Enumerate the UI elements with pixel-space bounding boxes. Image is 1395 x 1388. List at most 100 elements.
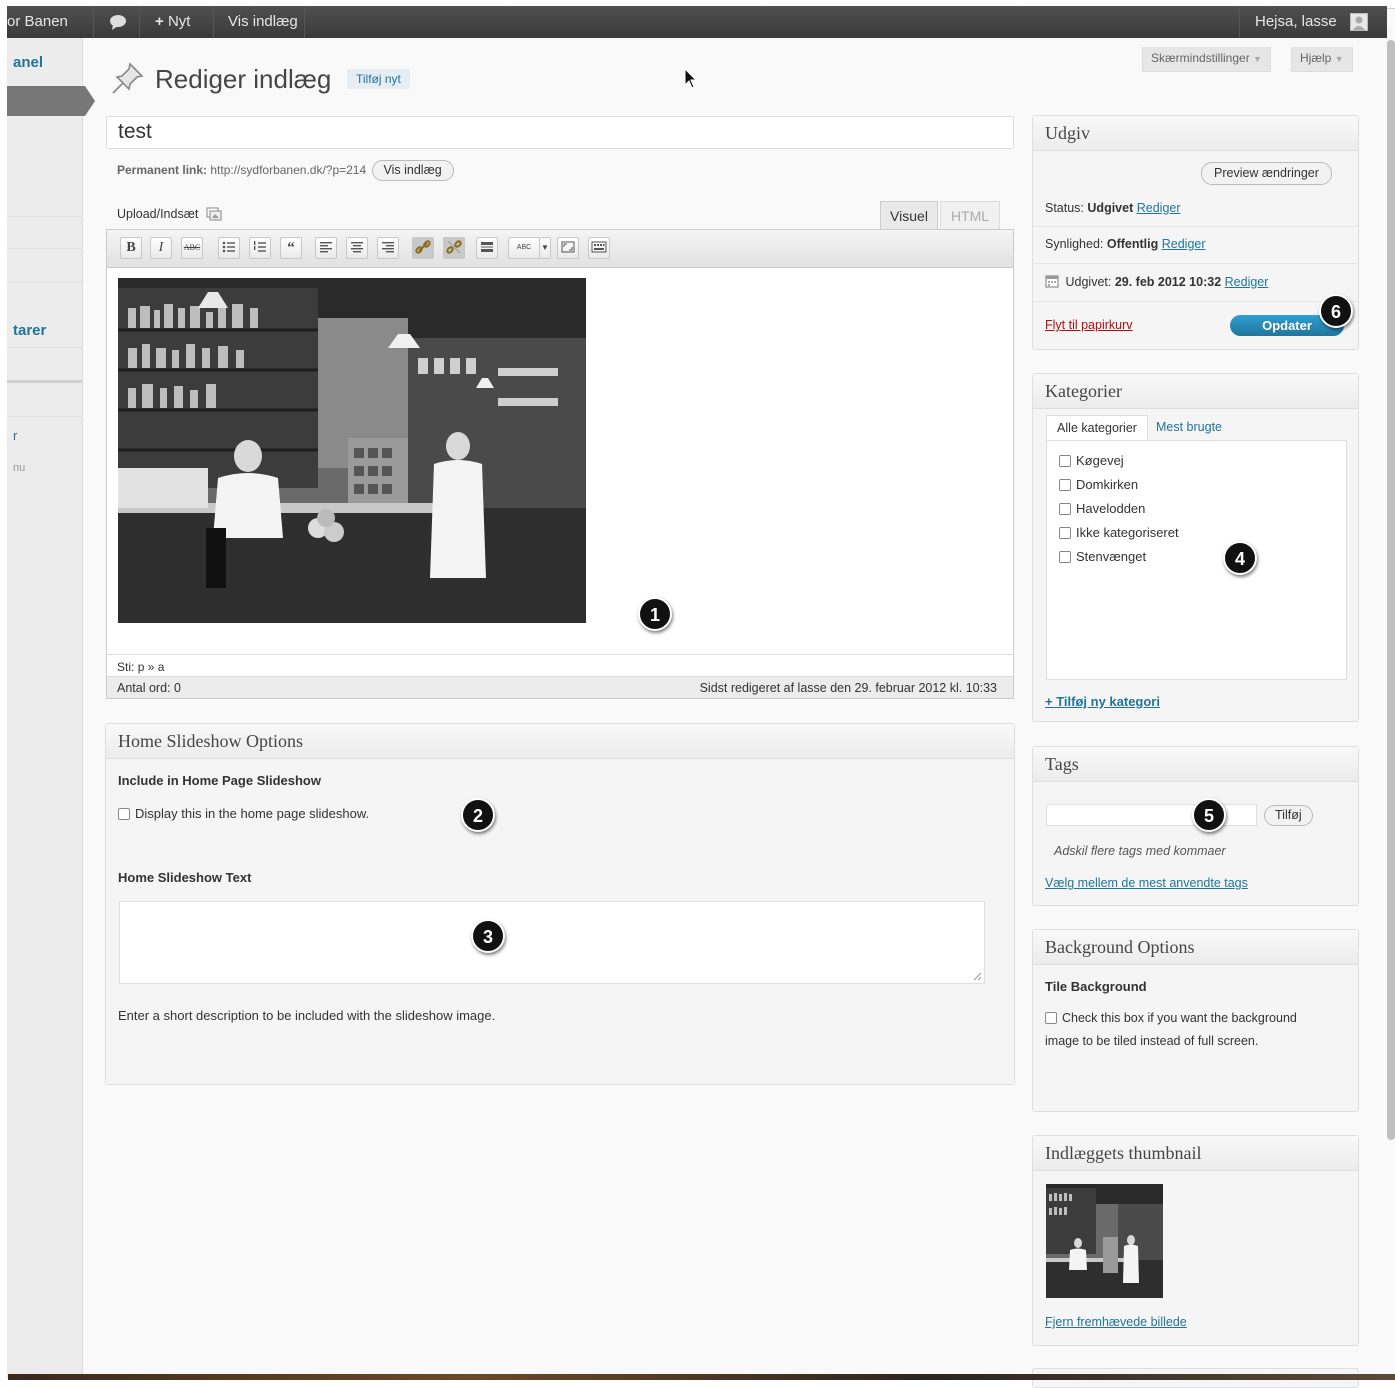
category-checkbox[interactable] <box>1059 527 1071 539</box>
tags-hint: Adskil flere tags med kommaer <box>1054 844 1226 858</box>
resize-handle-icon[interactable] <box>972 971 982 981</box>
menu-item-comments[interactable]: tarer <box>13 322 46 339</box>
numbered-list-icon[interactable] <box>249 237 271 259</box>
new-label: Nyt <box>167 13 191 30</box>
view-post-link[interactable]: Vis indlæg <box>228 6 298 38</box>
current-menu-arrow <box>85 86 95 116</box>
avatar[interactable] <box>1350 13 1368 31</box>
help-label: Hjælp <box>1300 51 1332 65</box>
category-checkbox[interactable] <box>1059 455 1071 467</box>
slideshow-checkbox-row[interactable]: Display this in the home page slideshow. <box>118 806 369 821</box>
view-post-button[interactable]: Vis indlæg <box>371 160 454 181</box>
edit-visibility-link[interactable]: Rediger <box>1162 237 1206 251</box>
upload-insert[interactable]: Upload/Indsæt <box>117 207 222 224</box>
move-to-trash-link[interactable]: Flyt til papirkurv <box>1045 318 1133 332</box>
permalink-url[interactable]: http://sydforbanen.dk/?p=214 <box>210 163 366 177</box>
menu-item-dashboard[interactable]: anel <box>13 54 43 71</box>
align-left-icon[interactable] <box>315 237 337 259</box>
menu-item-posts-current[interactable] <box>7 86 85 116</box>
blockquote-icon[interactable]: “ <box>280 237 302 259</box>
category-item[interactable]: Havelodden <box>1059 501 1145 516</box>
site-name-link[interactable]: or Banen <box>7 6 68 38</box>
media-icon[interactable] <box>206 207 222 224</box>
tile-background-line1: Check this box if you want the backgroun… <box>1062 1011 1297 1025</box>
tab-all-categories[interactable]: Alle kategorier <box>1046 415 1148 441</box>
featured-image-box: Indlæggets thumbnail Fjern fremhævede bi… <box>1032 1135 1359 1346</box>
bold-icon[interactable]: B <box>120 237 142 259</box>
screen-options-button[interactable]: Skærmindstillinger ▼ <box>1142 47 1271 72</box>
word-count: Antal ord: 0 <box>117 681 181 695</box>
status-row: Status: Udgivet Rediger <box>1045 201 1181 215</box>
slideshow-options-title[interactable]: Home Slideshow Options <box>106 724 1014 759</box>
visibility-row: Synlighed: Offentlig Rediger <box>1045 237 1206 251</box>
add-new-button[interactable]: Tilføj nyt <box>347 69 410 89</box>
menu-collapse[interactable]: nu <box>13 462 25 474</box>
background-options-box: Background Options Tile Background Check… <box>1032 929 1359 1112</box>
featured-image-thumbnail[interactable] <box>1046 1184 1163 1298</box>
help-button[interactable]: Hjælp ▼ <box>1291 47 1353 72</box>
published-date-row: Udgivet: 29. feb 2012 10:32 Rediger <box>1045 274 1268 291</box>
featured-image-title[interactable]: Indlæggets thumbnail <box>1033 1136 1358 1171</box>
screen-options-label: Skærmindstillinger <box>1151 51 1250 65</box>
publish-title[interactable]: Udgiv <box>1033 116 1358 151</box>
tags-title[interactable]: Tags <box>1033 747 1358 782</box>
post-title-input[interactable]: test <box>106 116 1014 149</box>
my-account-link[interactable]: Hejsa, lasse <box>1255 6 1337 38</box>
category-item[interactable]: Stenvænget <box>1059 549 1146 564</box>
tab-html[interactable]: HTML <box>940 201 1000 230</box>
add-tag-button[interactable]: Tilføj <box>1264 805 1313 826</box>
italic-icon[interactable]: I <box>150 237 172 259</box>
align-center-icon[interactable] <box>346 237 368 259</box>
tile-background-checkbox[interactable] <box>1045 1012 1057 1024</box>
publish-box: Udgiv Preview ændringer Status: Udgivet … <box>1032 115 1359 350</box>
background-strip <box>8 1374 1395 1380</box>
post-image[interactable] <box>118 278 586 623</box>
bullet-list-icon[interactable] <box>218 237 240 259</box>
window-scrollbar[interactable] <box>1387 40 1395 1140</box>
new-menu[interactable]: + Nyt <box>155 6 190 38</box>
category-checkbox[interactable] <box>1059 503 1071 515</box>
published-value: 29. feb 2012 10:32 <box>1114 275 1222 289</box>
category-item[interactable]: Køgevej <box>1059 453 1124 468</box>
spellcheck-icon[interactable]: ABC <box>508 237 540 259</box>
tile-background-row[interactable]: Check this box if you want the backgroun… <box>1045 1011 1297 1025</box>
comments-icon[interactable] <box>109 6 127 38</box>
chevron-down-icon: ▼ <box>1253 54 1262 64</box>
published-label: Udgivet: <box>1065 275 1112 289</box>
kitchen-sink-icon[interactable] <box>588 237 610 259</box>
remove-featured-image-link[interactable]: Fjern fremhævede billede <box>1045 1315 1187 1329</box>
align-right-icon[interactable] <box>377 237 399 259</box>
callout-badge: 4 <box>1223 541 1257 575</box>
strikethrough-icon[interactable]: ABC <box>181 237 203 259</box>
link-icon[interactable] <box>412 237 434 259</box>
path-label: Sti: <box>117 660 135 674</box>
upload-insert-label: Upload/Indsæt <box>117 207 199 221</box>
categories-title[interactable]: Kategorier <box>1033 374 1358 409</box>
preview-changes-button[interactable]: Preview ændringer <box>1201 162 1332 185</box>
pushpin-icon <box>110 60 146 96</box>
dropdown-icon[interactable]: ▼ <box>539 237 551 259</box>
menu-item-settings[interactable]: r <box>13 428 17 443</box>
category-item[interactable]: Domkirken <box>1059 477 1138 492</box>
path-value[interactable]: p » a <box>138 660 165 674</box>
callout-badge: 3 <box>471 919 505 953</box>
last-edited: Sidst redigeret af lasse den 29. februar… <box>699 681 997 695</box>
unlink-icon[interactable] <box>443 237 465 259</box>
tab-visual[interactable]: Visuel <box>880 201 938 230</box>
add-category-link[interactable]: + Tilføj ny kategori <box>1045 694 1160 709</box>
edit-date-link[interactable]: Rediger <box>1225 275 1269 289</box>
category-item[interactable]: Ikke kategoriseret <box>1059 525 1179 540</box>
category-checkbox[interactable] <box>1059 551 1071 563</box>
slideshow-checkbox[interactable] <box>118 808 130 820</box>
background-options-title[interactable]: Background Options <box>1033 930 1358 965</box>
slideshow-text-heading: Home Slideshow Text <box>118 870 252 885</box>
edit-status-link[interactable]: Rediger <box>1137 201 1181 215</box>
choose-tags-link[interactable]: Vælg mellem de mest anvendte tags <box>1045 876 1248 890</box>
slideshow-text-input[interactable] <box>119 901 985 984</box>
calendar-icon <box>1045 274 1059 291</box>
more-tag-icon[interactable] <box>476 237 498 259</box>
category-checkbox[interactable] <box>1059 479 1071 491</box>
tab-most-used[interactable]: Mest brugte <box>1156 415 1222 440</box>
fullscreen-icon[interactable] <box>557 237 579 259</box>
permalink-row: Permanent link: http://sydforbanen.dk/?p… <box>117 160 454 181</box>
